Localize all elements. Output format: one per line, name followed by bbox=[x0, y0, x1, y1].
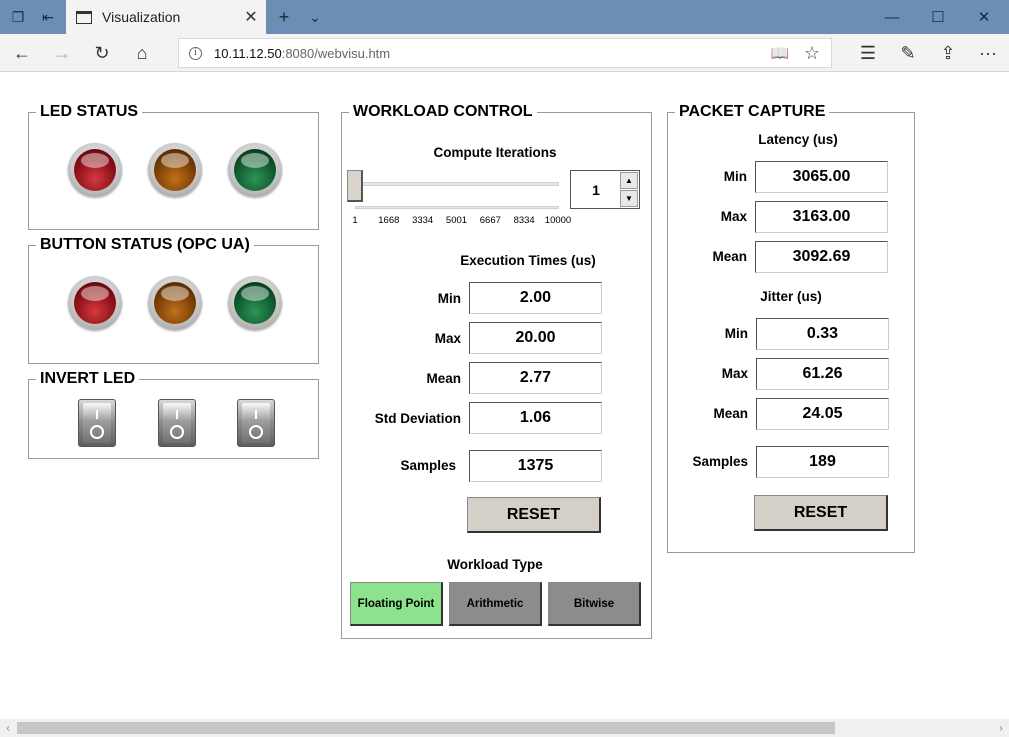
led-status-group: LED STATUS bbox=[28, 102, 319, 230]
workload-arithmetic-button[interactable]: Arithmetic bbox=[449, 582, 542, 626]
invert-led-title: INVERT LED bbox=[36, 369, 140, 389]
workload-floating-point-button[interactable]: Floating Point bbox=[350, 582, 443, 626]
share-icon[interactable]: ⇪ bbox=[928, 34, 968, 72]
horizontal-scrollbar[interactable]: ‹ › bbox=[0, 719, 1009, 737]
forward-icon[interactable]: → bbox=[42, 34, 82, 72]
latency-min-label: Min bbox=[723, 169, 747, 184]
latency-mean-value: 3092.69 bbox=[755, 241, 888, 273]
latency-min-value: 3065.00 bbox=[755, 161, 888, 193]
slider-tick-label: 3334 bbox=[412, 215, 434, 226]
scrollbar-thumb[interactable] bbox=[17, 722, 835, 734]
minimize-icon[interactable]: — bbox=[869, 0, 915, 34]
exec-min-value: 2.00 bbox=[469, 282, 602, 314]
scroll-left-icon[interactable]: ‹ bbox=[0, 719, 16, 737]
slider-tick-label: 5001 bbox=[445, 215, 468, 226]
iterations-spin-value[interactable]: 1 bbox=[571, 171, 621, 208]
workload-type-label: Workload Type bbox=[447, 557, 543, 572]
compute-iterations-label: Compute Iterations bbox=[433, 145, 557, 160]
capture-samples-value: 189 bbox=[756, 446, 889, 478]
iterations-slider-thumb[interactable] bbox=[347, 170, 363, 202]
spin-down-icon[interactable]: ▼ bbox=[620, 190, 638, 207]
iterations-slider-scale bbox=[355, 206, 559, 209]
favorites-hub-icon[interactable]: ☰ bbox=[848, 34, 888, 72]
button-status-title: BUTTON STATUS (OPC UA) bbox=[36, 235, 254, 255]
latency-label: Latency (us) bbox=[758, 132, 838, 147]
more-icon[interactable]: ··· bbox=[968, 34, 1008, 72]
jitter-min-value: 0.33 bbox=[756, 318, 889, 350]
led-status-title: LED STATUS bbox=[36, 102, 143, 122]
exec-stddev-label: Std Deviation bbox=[374, 411, 461, 426]
page-icon bbox=[76, 10, 92, 24]
exec-stddev-value: 1.06 bbox=[469, 402, 602, 434]
exec-max-label: Max bbox=[434, 331, 461, 346]
browser-nav-bar: ← → ↻ ⌂ i 10.11.12.50:8080/webvisu.htm 📖… bbox=[0, 34, 1009, 72]
jitter-max-value: 61.26 bbox=[756, 358, 889, 390]
url-host: 10.11.12.50 bbox=[214, 45, 282, 61]
iterations-slider-track[interactable] bbox=[355, 182, 559, 186]
led-green-indicator bbox=[228, 143, 282, 197]
slider-tick-label: 8334 bbox=[513, 215, 535, 226]
exec-min-label: Min bbox=[437, 291, 461, 306]
browser-tab-bar: ❐ ⇤ Visualization ✕ + ⌄ — ☐ ✕ bbox=[0, 0, 1009, 34]
led-red-indicator bbox=[68, 143, 122, 197]
exec-max-value: 20.00 bbox=[469, 322, 602, 354]
workload-bitwise-button[interactable]: Bitwise bbox=[548, 582, 641, 626]
close-window-icon[interactable]: ✕ bbox=[961, 0, 1007, 34]
exec-mean-value: 2.77 bbox=[469, 362, 602, 394]
jitter-mean-value: 24.05 bbox=[756, 398, 889, 430]
slider-tick-label: 1668 bbox=[378, 215, 400, 226]
tab-preview-chevron-icon[interactable]: ⌄ bbox=[302, 0, 328, 34]
favorite-star-icon[interactable]: ☆ bbox=[797, 39, 827, 67]
set-aside-tabs-icon[interactable]: ⇤ bbox=[32, 0, 64, 34]
jitter-min-label: Min bbox=[724, 326, 748, 341]
button-red-indicator bbox=[68, 276, 122, 330]
slider-tick-label: 6667 bbox=[479, 215, 501, 226]
jitter-max-label: Max bbox=[721, 366, 748, 381]
workload-control-title: WORKLOAD CONTROL bbox=[349, 102, 537, 122]
exec-samples-value: 1375 bbox=[469, 450, 602, 482]
invert-red-switch[interactable] bbox=[78, 399, 116, 447]
latency-max-value: 3163.00 bbox=[755, 201, 888, 233]
new-tab-icon[interactable]: + bbox=[270, 0, 298, 34]
scroll-right-icon[interactable]: › bbox=[993, 719, 1009, 737]
invert-amber-switch[interactable] bbox=[158, 399, 196, 447]
latency-mean-label: Mean bbox=[712, 249, 747, 264]
button-green-indicator bbox=[228, 276, 282, 330]
exec-samples-label: Samples bbox=[400, 458, 456, 473]
latency-max-label: Max bbox=[720, 209, 747, 224]
info-icon[interactable]: i bbox=[189, 46, 202, 60]
invert-led-group: INVERT LED bbox=[28, 369, 319, 459]
back-icon[interactable]: ← bbox=[2, 34, 42, 72]
packet-capture-title: PACKET CAPTURE bbox=[675, 102, 830, 122]
spin-up-icon[interactable]: ▲ bbox=[620, 172, 638, 189]
slider-tick-label: 1 bbox=[352, 215, 358, 226]
tab-visualization[interactable]: Visualization ✕ bbox=[66, 0, 266, 34]
workload-reset-button[interactable]: RESET bbox=[467, 497, 601, 533]
execution-times-label: Execution Times (us) bbox=[460, 253, 596, 268]
jitter-label: Jitter (us) bbox=[760, 289, 822, 304]
webvisu-page: LED STATUS BUTTON STATUS (OPC UA) INVERT… bbox=[0, 73, 1009, 719]
home-icon[interactable]: ⌂ bbox=[122, 34, 162, 72]
slider-tick-label: 10000 bbox=[544, 215, 572, 226]
iterations-spinbox[interactable]: 1 ▲ ▼ bbox=[570, 170, 640, 209]
url-path: :8080/webvisu.htm bbox=[281, 45, 391, 61]
exec-mean-label: Mean bbox=[426, 371, 461, 386]
led-amber-indicator bbox=[148, 143, 202, 197]
refresh-icon[interactable]: ↻ bbox=[82, 34, 122, 72]
tab-manager-icon[interactable]: ❐ bbox=[2, 0, 34, 34]
tab-close-icon[interactable]: ✕ bbox=[236, 7, 266, 27]
button-amber-indicator bbox=[148, 276, 202, 330]
web-notes-icon[interactable]: ✎ bbox=[888, 34, 928, 72]
tab-title: Visualization bbox=[102, 9, 181, 25]
maximize-icon[interactable]: ☐ bbox=[915, 0, 961, 34]
reading-view-icon[interactable]: 📖 bbox=[765, 39, 795, 67]
invert-green-switch[interactable] bbox=[237, 399, 275, 447]
capture-samples-label: Samples bbox=[692, 454, 748, 469]
button-status-group: BUTTON STATUS (OPC UA) bbox=[28, 235, 319, 364]
address-bar[interactable]: i 10.11.12.50:8080/webvisu.htm 📖 ☆ bbox=[178, 38, 832, 68]
capture-reset-button[interactable]: RESET bbox=[754, 495, 888, 531]
jitter-mean-label: Mean bbox=[713, 406, 748, 421]
